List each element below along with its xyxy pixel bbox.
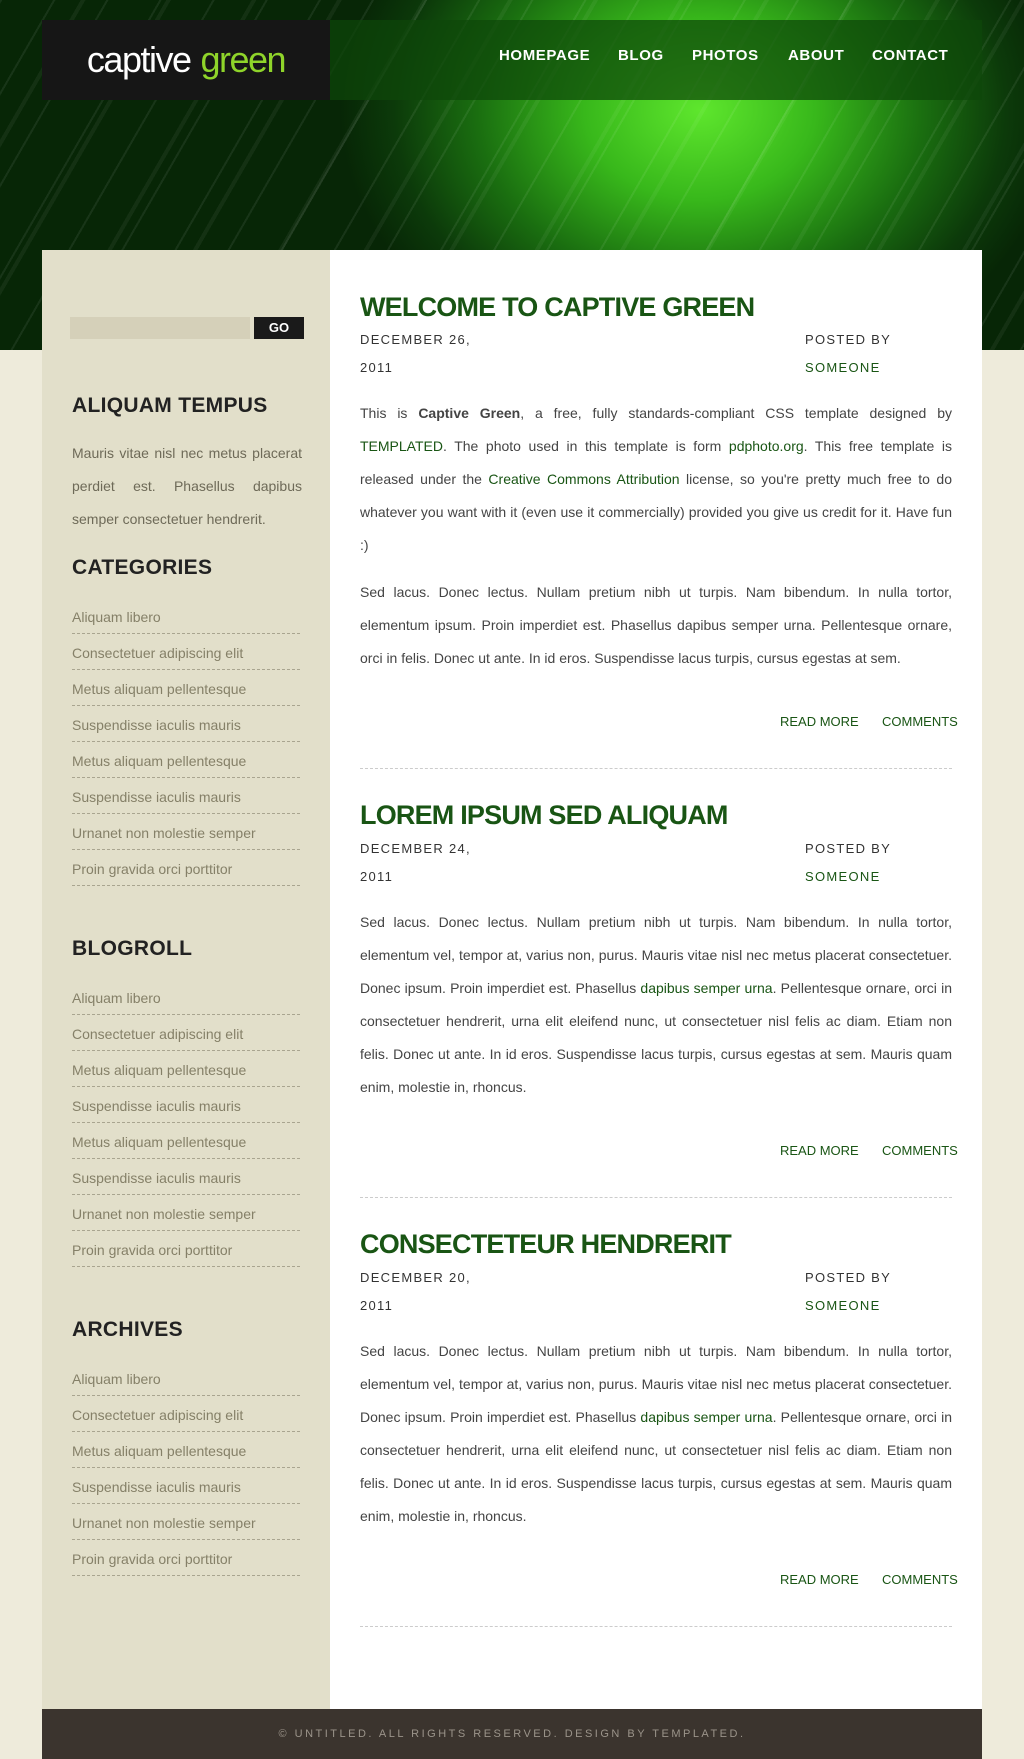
archive-item[interactable]: Suspendisse iaculis mauris — [72, 1468, 300, 1504]
archive-item[interactable]: Consectetuer adipiscing elit — [72, 1396, 300, 1432]
sidebar-blogroll-title: BLOGROLL — [72, 937, 193, 960]
sidebar: GO ALIQUAM TEMPUS Mauris vitae nisl nec … — [42, 250, 330, 1710]
post-author-link[interactable]: SOMEONE — [805, 360, 881, 375]
nav-photos[interactable]: PHOTOS — [692, 47, 759, 64]
category-item[interactable]: Metus aliquam pellentesque — [72, 742, 300, 778]
footer: © UNTITLED. ALL RIGHTS RESERVED. DESIGN … — [42, 1709, 982, 1759]
read-more-link[interactable]: READ MORE — [780, 1572, 859, 1587]
nav-about[interactable]: ABOUT — [788, 47, 844, 64]
post-date-month: DECEMBER 26, — [360, 332, 471, 347]
post-author-link[interactable]: SOMEONE — [805, 869, 881, 884]
category-item[interactable]: Urnanet non molestie semper — [72, 814, 300, 850]
archives-list: Aliquam libero Consectetuer adipiscing e… — [72, 1360, 300, 1576]
archive-item[interactable]: Aliquam libero — [72, 1360, 300, 1396]
post-title[interactable]: WELCOME TO CAPTIVE GREEN — [360, 292, 755, 323]
blogroll-item[interactable]: Urnanet non molestie semper — [72, 1195, 300, 1231]
post-date-year: 2011 — [360, 360, 394, 375]
post-date-year: 2011 — [360, 1298, 394, 1313]
read-more-link[interactable]: READ MORE — [780, 714, 859, 729]
main-nav: HOMEPAGE BLOG PHOTOS ABOUT CONTACT — [330, 20, 982, 100]
search-input[interactable] — [70, 317, 250, 339]
sidebar-about-title: ALIQUAM TEMPUS — [72, 394, 268, 417]
post-date-month: DECEMBER 24, — [360, 841, 471, 856]
blogroll-item[interactable]: Aliquam libero — [72, 979, 300, 1015]
comments-link[interactable]: COMMENTS — [882, 714, 958, 729]
sidebar-categories-title: CATEGORIES — [72, 556, 213, 579]
dapibus-link[interactable]: dapibus semper urna — [640, 1409, 772, 1425]
post-text: . Pellentesque ornare, orci in consectet… — [360, 980, 952, 1095]
logo-text-white: captive — [86, 39, 192, 80]
post-divider — [360, 1197, 952, 1198]
post-text: , a free, fully standards-compliant CSS … — [520, 405, 952, 421]
category-item[interactable]: Proin gravida orci porttitor — [72, 850, 300, 886]
sidebar-about-text: Mauris vitae nisl nec metus placerat per… — [72, 445, 302, 527]
post-title[interactable]: LOREM IPSUM SED ALIQUAM — [360, 800, 728, 831]
read-more-link[interactable]: READ MORE — [780, 1143, 859, 1158]
post-text: . Pellentesque ornare, orci in consectet… — [360, 1409, 952, 1524]
search-go-button[interactable]: GO — [254, 317, 304, 339]
posted-by-label: POSTED BY — [805, 332, 892, 347]
footer-copyright: © UNTITLED. ALL RIGHTS RESERVED. DESIGN … — [278, 1728, 746, 1740]
post-date-month: DECEMBER 20, — [360, 1270, 471, 1285]
post-author-link[interactable]: SOMEONE — [805, 1298, 881, 1313]
post-paragraph: Sed lacus. Donec lectus. Nullam pretium … — [360, 584, 952, 666]
templated-link[interactable]: TEMPLATED — [360, 438, 443, 454]
posted-by-label: POSTED BY — [805, 841, 892, 856]
post-title[interactable]: CONSECTETEUR HENDRERIT — [360, 1229, 732, 1260]
post-text: This is — [360, 405, 419, 421]
blogroll-item[interactable]: Metus aliquam pellentesque — [72, 1051, 300, 1087]
category-item[interactable]: Suspendisse iaculis mauris — [72, 778, 300, 814]
post-date-year: 2011 — [360, 869, 394, 884]
archive-item[interactable]: Proin gravida orci porttitor — [72, 1540, 300, 1576]
post-divider — [360, 768, 952, 769]
post-intro-paragraph: This is Captive Green, a free, fully sta… — [360, 397, 952, 562]
nav-blog[interactable]: BLOG — [618, 47, 664, 64]
blogroll-item[interactable]: Metus aliquam pellentesque — [72, 1123, 300, 1159]
category-item[interactable]: Suspendisse iaculis mauris — [72, 706, 300, 742]
archive-item[interactable]: Urnanet non molestie semper — [72, 1504, 300, 1540]
category-item[interactable]: Metus aliquam pellentesque — [72, 670, 300, 706]
nav-contact[interactable]: CONTACT — [872, 47, 948, 64]
post-paragraph: Sed lacus. Donec lectus. Nullam pretium … — [360, 906, 952, 1104]
site-logo[interactable]: captive green — [42, 20, 330, 100]
category-item[interactable]: Consectetuer adipiscing elit — [72, 634, 300, 670]
archive-item[interactable]: Metus aliquam pellentesque — [72, 1432, 300, 1468]
posted-by-label: POSTED BY — [805, 1270, 892, 1285]
post-paragraph: Sed lacus. Donec lectus. Nullam pretium … — [360, 1335, 952, 1533]
comments-link[interactable]: COMMENTS — [882, 1572, 958, 1587]
sidebar-archives-title: ARCHIVES — [72, 1318, 183, 1341]
license-link[interactable]: Creative Commons Attribution — [488, 471, 679, 487]
blogroll-item[interactable]: Consectetuer adipiscing elit — [72, 1015, 300, 1051]
main-content: WELCOME TO CAPTIVE GREEN DECEMBER 26, 20… — [330, 250, 982, 1710]
blogroll-list: Aliquam libero Consectetuer adipiscing e… — [72, 979, 300, 1267]
dapibus-link[interactable]: dapibus semper urna — [640, 980, 772, 996]
post-bold-text: Captive Green — [418, 405, 521, 421]
blogroll-item[interactable]: Proin gravida orci porttitor — [72, 1231, 300, 1267]
blogroll-item[interactable]: Suspendisse iaculis mauris — [72, 1159, 300, 1195]
blogroll-item[interactable]: Suspendisse iaculis mauris — [72, 1087, 300, 1123]
category-item[interactable]: Aliquam libero — [72, 598, 300, 634]
post-text: . The photo used in this template is for… — [442, 438, 729, 454]
pdphoto-link[interactable]: pdphoto.org — [729, 438, 804, 454]
post-divider — [360, 1626, 952, 1627]
logo-text-green: green — [200, 39, 287, 80]
comments-link[interactable]: COMMENTS — [882, 1143, 958, 1158]
nav-homepage[interactable]: HOMEPAGE — [499, 47, 590, 64]
categories-list: Aliquam libero Consectetuer adipiscing e… — [72, 598, 300, 886]
